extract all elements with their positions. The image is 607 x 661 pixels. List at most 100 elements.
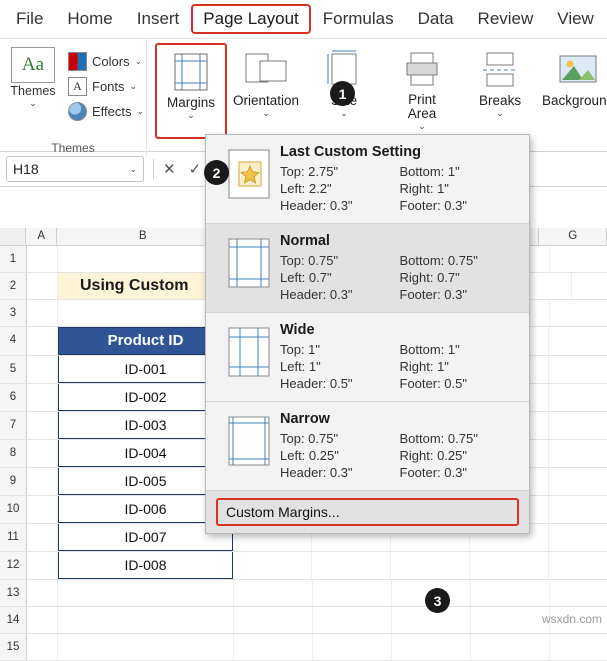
row-header-4[interactable]: 4 (0, 327, 27, 355)
callout-3: 3 (425, 588, 450, 613)
theme-fonts-button[interactable]: A Fonts ⌄ (66, 74, 146, 99)
margin-bottom-value: Bottom: 1" (399, 164, 460, 179)
theme-effects-label: Effects (92, 104, 132, 119)
margin-bottom-value: Bottom: 1" (399, 342, 460, 357)
margin-bottom-value: Bottom: 0.75" (399, 431, 478, 446)
select-all-corner[interactable] (0, 228, 27, 245)
margin-right-value: Right: 0.25" (399, 448, 468, 463)
chevron-down-icon[interactable]: ⌄ (0, 98, 66, 109)
margin-footer-value: Footer: 0.3" (399, 465, 467, 480)
watermark: wsxdn.com (541, 612, 602, 626)
margins-label: Margins (167, 95, 216, 110)
row-header-8[interactable]: 8 (0, 440, 27, 467)
effects-circle-icon (68, 102, 87, 121)
tab-review[interactable]: Review (466, 4, 546, 34)
print-area-icon (383, 47, 461, 93)
margins-button[interactable]: Margins ⌄ (155, 43, 228, 139)
themes-group-label: Themes (51, 141, 95, 155)
chevron-down-icon[interactable]: ⌄ (135, 56, 143, 67)
chevron-down-icon[interactable]: ⌄ (383, 121, 461, 132)
margin-footer-value: Footer: 0.3" (399, 287, 467, 302)
table-row: 15 (0, 634, 607, 661)
row-header-5[interactable]: 5 (0, 356, 27, 383)
margins-icon (157, 49, 225, 95)
row-header-3[interactable]: 3 (0, 300, 27, 326)
margins-option-last-custom[interactable]: Last Custom Setting Top: 2.75" Left: 2.2… (206, 135, 529, 223)
theme-colors-button[interactable]: Colors ⌄ (66, 49, 146, 74)
chevron-down-icon[interactable]: ⌄ (130, 81, 138, 92)
theme-fonts-label: Fonts (92, 79, 125, 94)
tab-home[interactable]: Home (55, 4, 124, 34)
tab-page-layout[interactable]: Page Layout (191, 4, 311, 34)
margins-option-title: Wide (280, 322, 315, 338)
orientation-label: Orientation (233, 93, 300, 108)
narrow-margins-icon (218, 411, 280, 481)
wide-margins-icon (218, 322, 280, 392)
row-header-14[interactable]: 14 (0, 607, 27, 633)
chevron-down-icon[interactable]: ⌄ (305, 108, 383, 119)
column-header-b[interactable]: B (56, 228, 230, 245)
margins-option-normal[interactable]: Normal Top: 0.75" Left: 0.7" Header: 0.3… (206, 224, 529, 312)
margin-top-value: Top: 0.75" (280, 431, 339, 446)
margins-dropdown-menu: Last Custom Setting Top: 2.75" Left: 2.2… (205, 134, 530, 534)
row-header-2[interactable]: 2 (0, 273, 27, 299)
row-header-12[interactable]: 12 (0, 552, 27, 579)
table-row: 12 ID-008 (0, 552, 607, 580)
background-icon (539, 47, 607, 93)
name-box[interactable]: H18 ⌄ (6, 156, 144, 182)
margin-top-value: Top: 2.75" (280, 164, 339, 179)
row-header-6[interactable]: 6 (0, 384, 27, 411)
breaks-icon (461, 47, 539, 93)
callout-2: 2 (204, 160, 229, 185)
check-icon[interactable]: ✓ (189, 160, 202, 178)
tab-file[interactable]: File (4, 4, 55, 34)
close-icon[interactable]: ✕ (163, 160, 176, 178)
row-header-15[interactable]: 15 (0, 634, 27, 660)
row-header-7[interactable]: 7 (0, 412, 27, 439)
column-header-g[interactable]: G (539, 228, 607, 245)
tab-data[interactable]: Data (406, 4, 466, 34)
margins-option-wide[interactable]: Wide Top: 1" Left: 1" Header: 0.5" Botto… (206, 313, 529, 401)
margins-option-title: Normal (280, 233, 330, 249)
table-row: 13 (0, 580, 607, 607)
background-button[interactable]: Background (539, 43, 607, 155)
margins-option-title: Last Custom Setting (280, 144, 421, 160)
margin-right-value: Right: 1" (399, 359, 449, 374)
chevron-down-icon[interactable]: ⌄ (227, 108, 305, 119)
row-header-10[interactable]: 10 (0, 496, 27, 523)
margin-bottom-value: Bottom: 0.75" (399, 253, 478, 268)
margins-option-title: Narrow (280, 411, 330, 427)
theme-colors-label: Colors (92, 54, 130, 69)
margin-top-value: Top: 0.75" (280, 253, 339, 268)
column-header-a[interactable]: A (26, 228, 57, 245)
row-header-13[interactable]: 13 (0, 580, 27, 606)
chevron-down-icon[interactable]: ⌄ (157, 110, 225, 121)
margins-option-narrow[interactable]: Narrow Top: 0.75" Left: 0.25" Header: 0.… (206, 402, 529, 490)
row-header-1[interactable]: 1 (0, 246, 27, 272)
custom-margins-row[interactable]: Custom Margins... (206, 491, 529, 533)
color-palette-icon (68, 52, 87, 71)
orientation-icon (227, 47, 305, 93)
margin-footer-value: Footer: 0.3" (399, 198, 467, 213)
theme-effects-button[interactable]: Effects ⌄ (66, 99, 146, 124)
chevron-down-icon[interactable]: ⌄ (129, 164, 137, 175)
margin-left-value: Left: 0.25" (280, 448, 339, 463)
margin-header-value: Header: 0.3" (280, 465, 353, 480)
row-header-9[interactable]: 9 (0, 468, 27, 495)
product-id-cell[interactable]: ID-008 (58, 552, 233, 579)
chevron-down-icon[interactable]: ⌄ (461, 108, 539, 119)
margin-left-value: Left: 2.2" (280, 181, 332, 196)
background-label: Background (542, 93, 607, 108)
custom-margins-icon (218, 144, 280, 214)
ribbon-tab-bar: File Home Insert Page Layout Formulas Da… (0, 0, 607, 38)
custom-margins-button[interactable]: Custom Margins... (216, 498, 519, 526)
tab-formulas[interactable]: Formulas (311, 4, 406, 34)
tab-view[interactable]: View (545, 4, 606, 34)
row-header-11[interactable]: 11 (0, 524, 27, 551)
themes-button-label: Themes (10, 84, 56, 98)
margin-left-value: Left: 0.7" (280, 270, 332, 285)
tab-insert[interactable]: Insert (125, 4, 192, 34)
chevron-down-icon[interactable]: ⌄ (137, 106, 145, 117)
margin-right-value: Right: 0.7" (399, 270, 460, 285)
margin-header-value: Header: 0.3" (280, 198, 353, 213)
